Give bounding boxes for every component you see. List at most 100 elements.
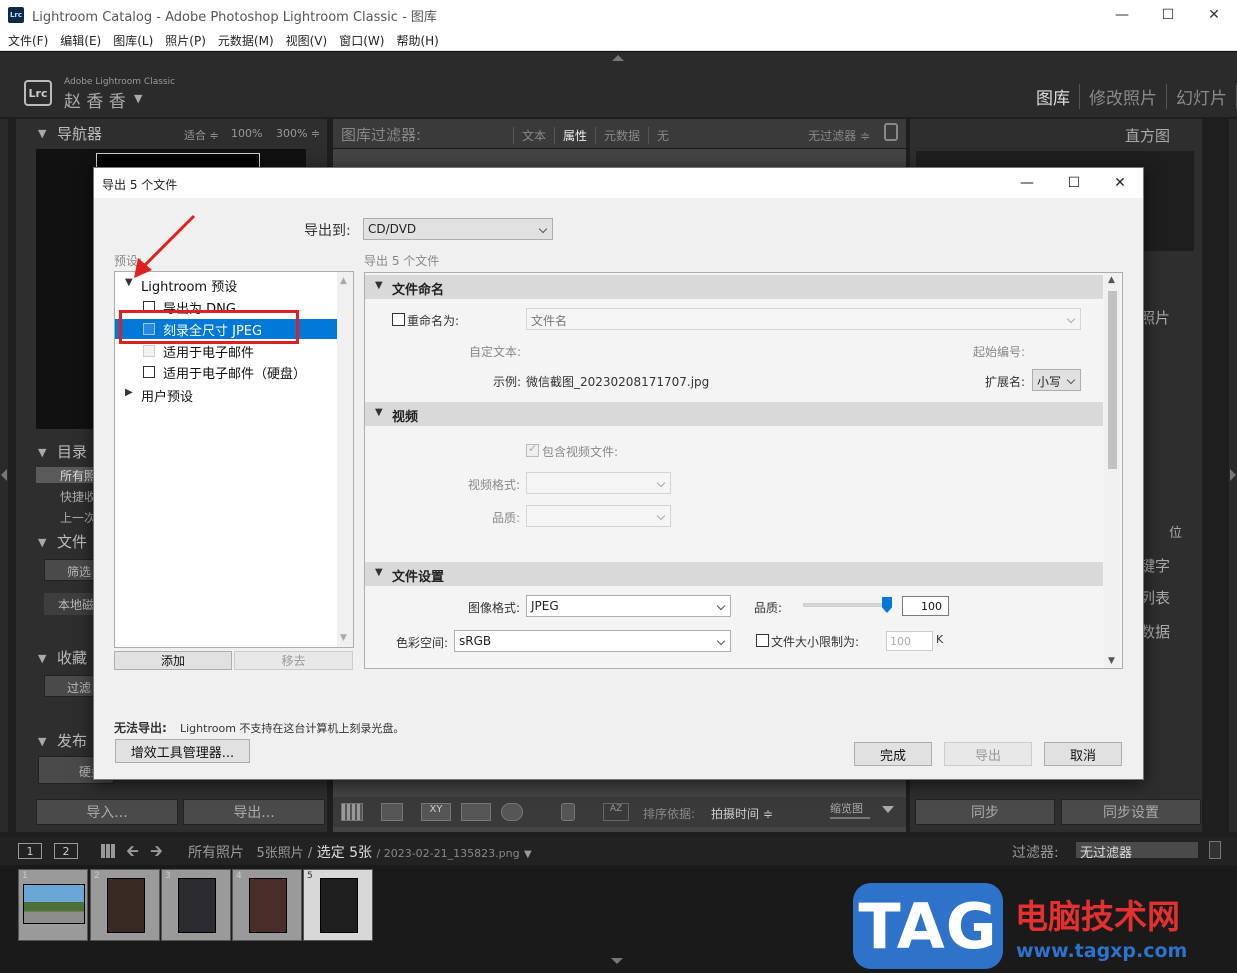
- menu-edit[interactable]: 编辑(E): [60, 32, 101, 49]
- filter-tab-attribute[interactable]: 属性: [554, 127, 595, 144]
- plugin-manager-button[interactable]: 增效工具管理器...: [115, 739, 250, 763]
- lock-icon[interactable]: [884, 123, 898, 141]
- add-preset-button[interactable]: 添加: [114, 651, 232, 670]
- rename-template-select[interactable]: 文件名: [526, 308, 1081, 330]
- filmstrip-thumb[interactable]: 3: [161, 869, 231, 941]
- filmstrip-filter-select[interactable]: 无过滤器: [1075, 841, 1199, 861]
- sort-select[interactable]: 拍摄时间 ≑: [711, 805, 773, 822]
- scroll-down-icon[interactable]: ▼: [340, 633, 347, 643]
- toolbar-menu-icon[interactable]: [882, 806, 894, 813]
- filmstrip-source[interactable]: 所有照片 5张照片 / 选定 5张 / 2023-02-21_135823.pn…: [188, 842, 532, 862]
- video-format-select[interactable]: [526, 472, 671, 494]
- quality-slider[interactable]: [803, 603, 887, 607]
- collapse-icon[interactable]: ▼: [38, 446, 46, 459]
- dialog-export-button[interactable]: 导出: [944, 742, 1032, 766]
- menu-view[interactable]: 视图(V): [286, 32, 328, 49]
- loupe-view-icon[interactable]: [381, 803, 403, 821]
- filter-tab-text[interactable]: 文本: [513, 127, 554, 144]
- module-library[interactable]: 图库: [1027, 84, 1080, 109]
- compare-view-icon[interactable]: XY: [421, 803, 451, 821]
- filmstrip-thumb[interactable]: 5: [303, 869, 373, 941]
- limit-size-checkbox[interactable]: [756, 634, 769, 647]
- sort-direction-icon[interactable]: AZ: [603, 803, 629, 821]
- thumbnail-size-slider[interactable]: [830, 817, 870, 819]
- scroll-down-icon[interactable]: ▼: [1108, 656, 1115, 666]
- module-develop[interactable]: 修改照片: [1080, 84, 1167, 109]
- sync-settings-button[interactable]: 同步设置: [1061, 799, 1201, 825]
- collapse-icon[interactable]: ▼: [38, 652, 46, 665]
- forward-arrow-icon[interactable]: 🡲: [150, 840, 163, 867]
- sync-button[interactable]: 同步: [915, 799, 1055, 825]
- main-window-button[interactable]: 1: [18, 843, 42, 859]
- grid-view-icon[interactable]: [341, 803, 363, 821]
- collapse-icon[interactable]: ▼: [38, 735, 46, 748]
- preset-checkbox[interactable]: [143, 366, 155, 378]
- filmstrip-thumb[interactable]: 1: [18, 869, 88, 941]
- filter-lock-icon[interactable]: [1209, 841, 1221, 859]
- scroll-thumb[interactable]: [1108, 291, 1117, 469]
- catalog-item-quick[interactable]: 快捷收: [60, 488, 96, 505]
- close-icon[interactable]: ✕: [1097, 168, 1143, 198]
- people-view-icon[interactable]: [501, 803, 523, 821]
- zoom-fit[interactable]: 适合 ≑: [184, 127, 219, 143]
- remove-preset-button[interactable]: 移去: [234, 651, 353, 670]
- menu-photo[interactable]: 照片(P): [165, 32, 206, 49]
- preset-item[interactable]: 适用于电子邮件: [115, 341, 337, 361]
- collapse-filmstrip-icon[interactable]: [611, 958, 623, 964]
- scroll-up-icon[interactable]: ▲: [340, 276, 347, 286]
- expand-right-icon[interactable]: [1230, 469, 1236, 481]
- cancel-button[interactable]: 取消: [1044, 742, 1122, 766]
- collapse-icon[interactable]: ▼: [38, 536, 46, 549]
- scroll-up-icon[interactable]: ▲: [1108, 275, 1115, 285]
- quality-slider-thumb[interactable]: [882, 597, 892, 613]
- catalog-item-previous[interactable]: 上一次: [60, 509, 96, 526]
- filmstrip-thumb[interactable]: 4: [232, 869, 302, 941]
- menu-window[interactable]: 窗口(W): [339, 32, 384, 49]
- collapse-icon[interactable]: ▼: [38, 127, 46, 140]
- maximize-icon[interactable]: ☐: [1051, 168, 1097, 198]
- menu-metadata[interactable]: 元数据(M): [218, 32, 274, 49]
- done-button[interactable]: 完成: [854, 742, 932, 766]
- image-format-select[interactable]: JPEG: [526, 595, 731, 617]
- back-arrow-icon[interactable]: 🡰: [126, 840, 139, 867]
- export-to-select[interactable]: CD/DVD: [363, 218, 553, 240]
- color-space-select[interactable]: sRGB: [454, 630, 731, 652]
- include-video-checkbox[interactable]: [526, 442, 539, 457]
- survey-view-icon[interactable]: [461, 803, 491, 821]
- menu-library[interactable]: 图库(L): [113, 32, 153, 49]
- preset-group-user[interactable]: ▶ 用户预设: [115, 385, 337, 405]
- zoom-100[interactable]: 100%: [231, 127, 262, 140]
- minimize-icon[interactable]: —: [1004, 168, 1050, 198]
- settings-scrollbar[interactable]: ▲ ▼: [1104, 273, 1120, 668]
- maximize-icon[interactable]: ☐: [1145, 0, 1191, 30]
- expand-left-icon[interactable]: [1, 469, 7, 481]
- menu-help[interactable]: 帮助(H): [396, 32, 438, 49]
- spray-can-icon[interactable]: [561, 803, 575, 821]
- filter-tab-none[interactable]: 无: [648, 127, 677, 144]
- caret-down-icon[interactable]: ▼: [134, 92, 142, 105]
- export-button[interactable]: 导出...: [183, 799, 325, 825]
- file-naming-header[interactable]: ▼ 文件命名: [365, 275, 1103, 299]
- filter-tab-metadata[interactable]: 元数据: [595, 127, 648, 144]
- import-button[interactable]: 导入...: [36, 799, 178, 825]
- video-header[interactable]: ▼ 视频: [365, 402, 1103, 426]
- filmstrip-thumb[interactable]: 2: [90, 869, 160, 941]
- close-icon[interactable]: ✕: [1191, 0, 1237, 30]
- file-settings-header[interactable]: ▼ 文件设置: [365, 562, 1103, 586]
- preset-item[interactable]: 适用于电子邮件（硬盘）: [115, 362, 337, 382]
- filter-preset-select[interactable]: 无过滤器 ≑: [808, 127, 870, 144]
- quality-input[interactable]: 100: [902, 596, 949, 616]
- preset-scrollbar[interactable]: ▲ ▼: [337, 272, 353, 647]
- zoom-300[interactable]: 300% ≑: [276, 127, 320, 140]
- video-quality-select[interactable]: [526, 505, 671, 527]
- second-window-button[interactable]: 2: [54, 843, 78, 859]
- module-slideshow[interactable]: 幻灯片: [1167, 84, 1237, 109]
- minimize-icon[interactable]: —: [1099, 0, 1145, 30]
- preset-checkbox[interactable]: [143, 345, 155, 357]
- grid-icon[interactable]: [101, 844, 115, 858]
- limit-size-input[interactable]: 100: [886, 631, 933, 651]
- menu-file[interactable]: 文件(F): [8, 32, 48, 49]
- collapse-top-panel-icon[interactable]: [612, 55, 624, 61]
- extension-case-select[interactable]: 小写: [1032, 369, 1081, 391]
- rename-checkbox[interactable]: [392, 313, 405, 326]
